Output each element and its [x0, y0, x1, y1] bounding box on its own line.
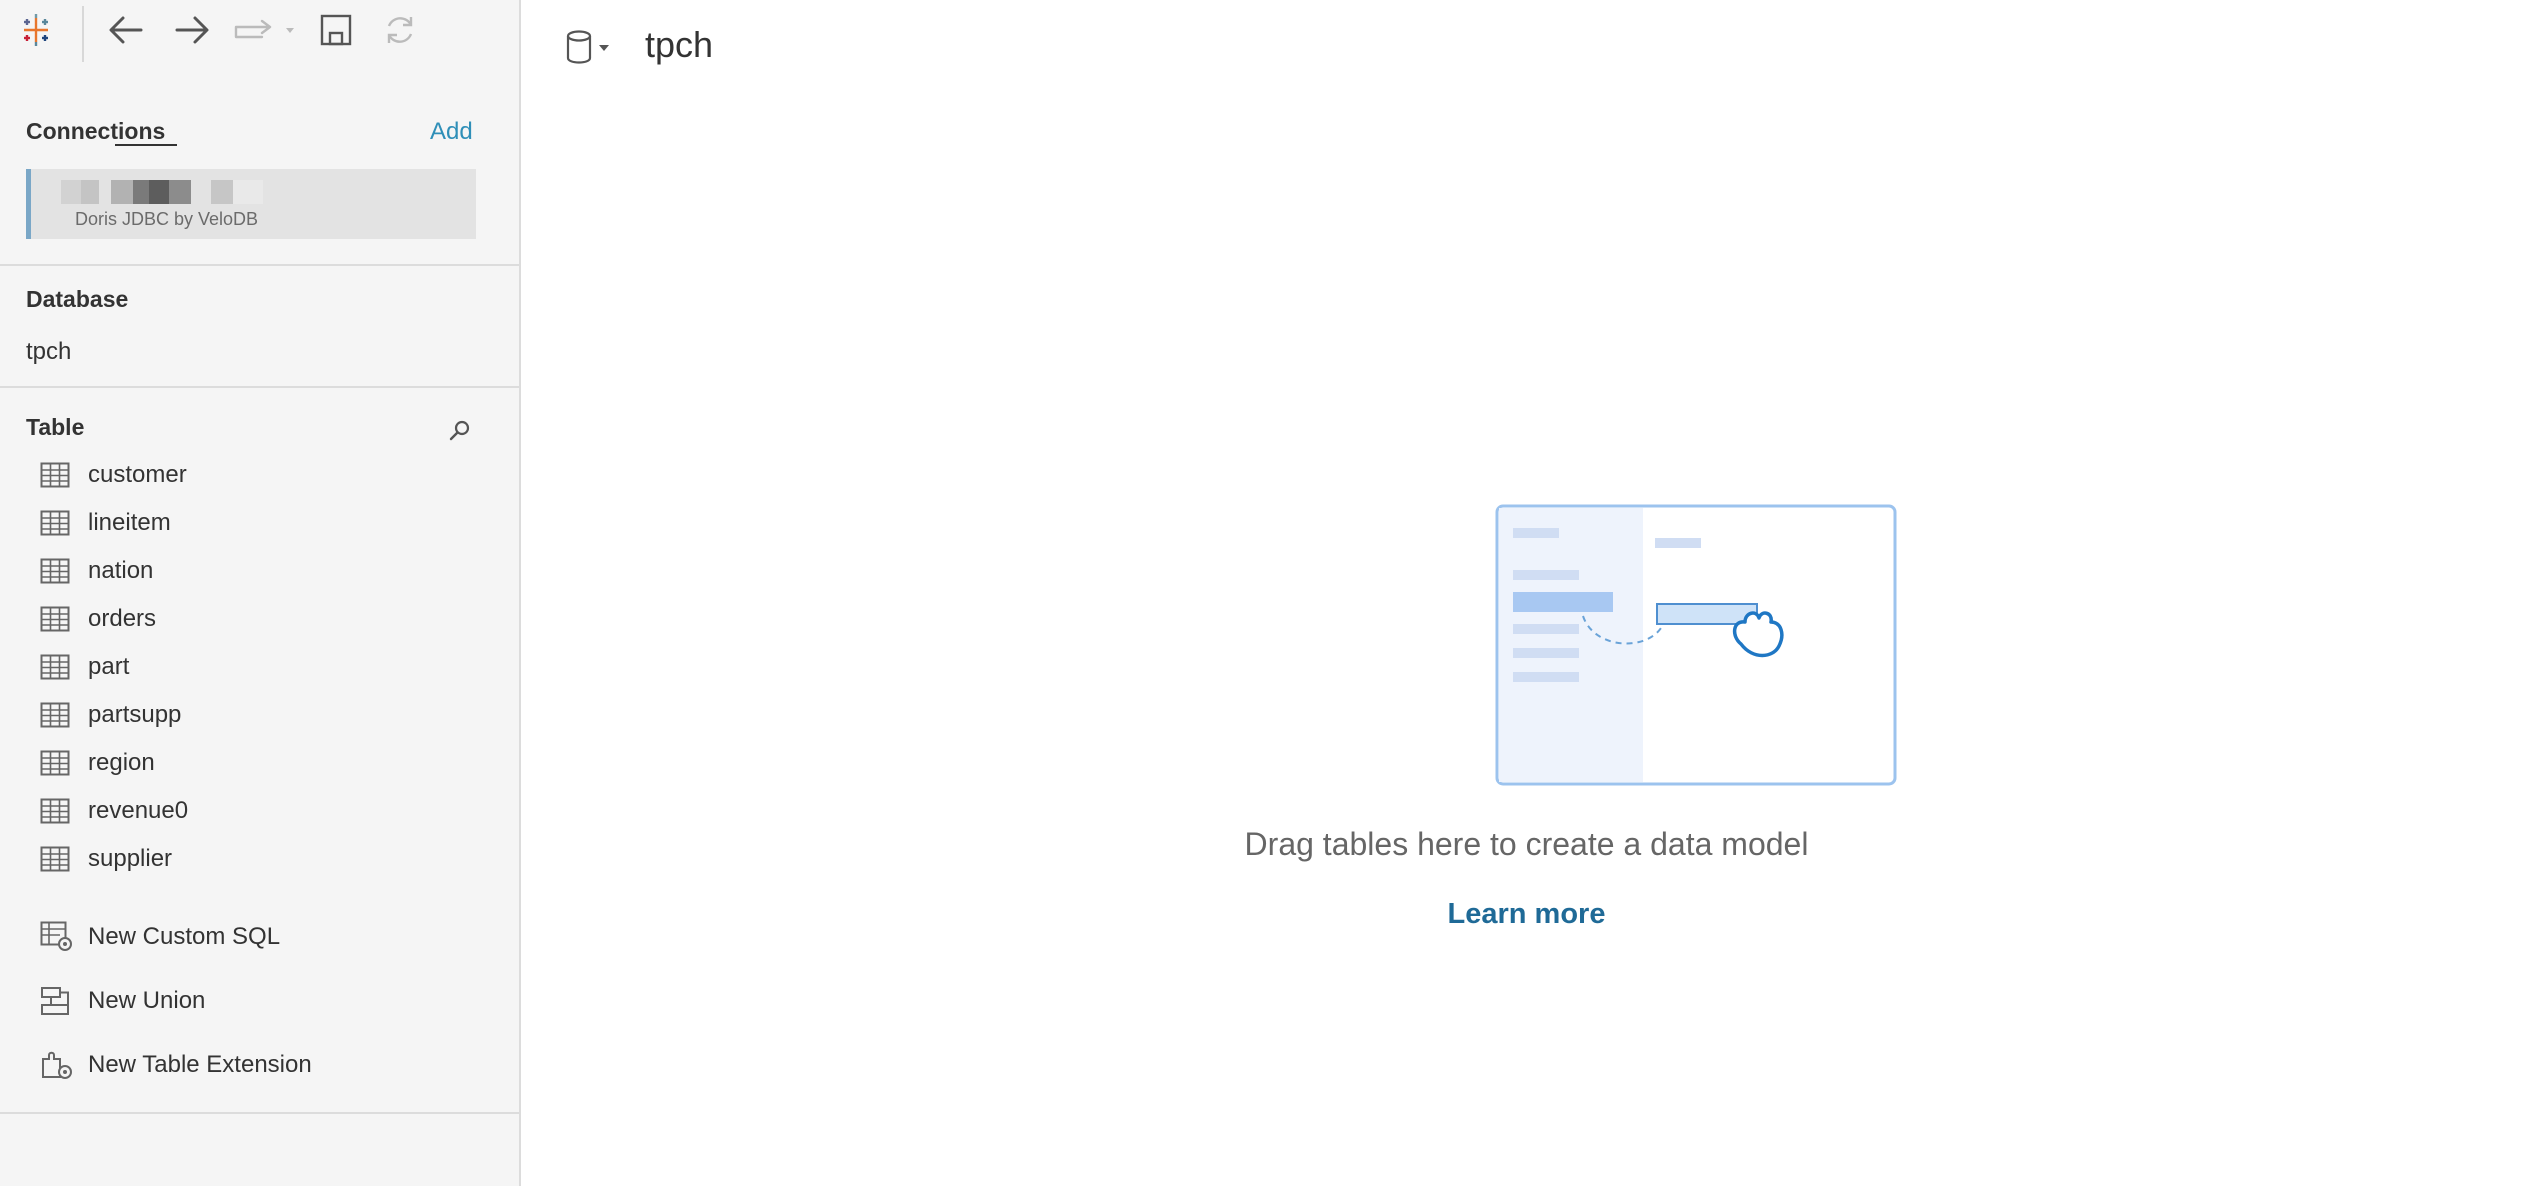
table-grid-icon — [40, 605, 72, 633]
table-item-customer[interactable]: customer — [40, 452, 187, 498]
action-label: New Table Extension — [88, 1051, 312, 1078]
table-item-label: partsupp — [88, 701, 182, 728]
table-item-label: part — [88, 653, 130, 680]
table-item-revenue0[interactable]: revenue0 — [40, 788, 188, 834]
table-item-supplier[interactable]: supplier — [40, 836, 172, 882]
action-label: New Union — [88, 987, 206, 1014]
tableau-logo-icon[interactable] — [16, 10, 56, 50]
table-item-label: nation — [88, 557, 154, 584]
table-extension-icon — [40, 1049, 74, 1081]
table-grid-icon — [40, 701, 72, 729]
refresh-icon[interactable] — [380, 10, 420, 50]
union-icon — [40, 985, 74, 1017]
empty-canvas-message: Drag tables here to create a data model — [1244, 826, 1809, 862]
action-label: New Custom SQL — [88, 923, 281, 950]
table-heading: Table — [26, 414, 85, 440]
table-item-lineitem[interactable]: lineitem — [40, 500, 171, 546]
table-item-label: supplier — [88, 845, 173, 872]
learn-more-link[interactable]: Learn more — [521, 898, 2532, 931]
connection-type: Doris JDBC by VeloDB — [75, 209, 259, 229]
table-item-orders[interactable]: orders — [40, 596, 156, 642]
table-grid-icon — [40, 557, 72, 585]
divider — [0, 264, 521, 266]
add-connection-link[interactable]: Add — [430, 118, 473, 146]
redo-dropdown-icon[interactable] — [232, 10, 302, 50]
forward-arrow-icon[interactable] — [172, 10, 212, 50]
table-grid-icon — [40, 653, 72, 681]
database-select[interactable]: tpch — [26, 338, 71, 366]
custom-sql-icon — [40, 921, 74, 953]
table-grid-icon — [40, 461, 72, 489]
connection-item[interactable]: Doris JDBC by VeloDB — [26, 169, 476, 239]
table-item-partsupp[interactable]: partsupp — [40, 692, 181, 738]
datasource-title[interactable]: tpch — [645, 24, 713, 66]
new-union-button[interactable]: New Union — [40, 978, 205, 1024]
drag-tables-illustration — [1495, 504, 1897, 786]
save-icon[interactable] — [316, 10, 356, 50]
database-heading: Database — [26, 286, 129, 312]
table-item-label: orders — [88, 605, 157, 632]
table-item-region[interactable]: region — [40, 740, 155, 786]
table-item-label: region — [88, 749, 155, 776]
new-custom-sql-button[interactable]: New Custom SQL — [40, 914, 280, 960]
redacted-connection-name-icon — [61, 180, 263, 204]
table-grid-icon — [40, 797, 72, 825]
divider — [0, 1112, 521, 1114]
divider — [0, 386, 521, 388]
table-item-label: revenue0 — [88, 797, 189, 824]
sidebar: Connections Add Doris JDBC by VeloDB Dat… — [0, 0, 521, 1186]
toolbar-separator — [82, 6, 84, 62]
table-item-nation[interactable]: nation — [40, 548, 153, 594]
table-item-label: lineitem — [88, 509, 171, 536]
connections-underline — [115, 144, 177, 146]
table-grid-icon — [40, 749, 72, 777]
table-item-label: customer — [88, 461, 187, 488]
toolbar — [0, 0, 521, 62]
canvas[interactable]: tpch Drag tables here to create a data m… — [521, 0, 2532, 1186]
datasource-dropdown-icon[interactable] — [565, 28, 617, 73]
connections-heading: Connections — [26, 118, 166, 144]
back-arrow-icon[interactable] — [106, 10, 146, 50]
new-table-extension-button[interactable]: New Table Extension — [40, 1042, 312, 1088]
table-grid-icon — [40, 509, 72, 537]
table-grid-icon — [40, 845, 72, 873]
search-icon[interactable] — [444, 416, 474, 446]
table-item-part[interactable]: part — [40, 644, 129, 690]
